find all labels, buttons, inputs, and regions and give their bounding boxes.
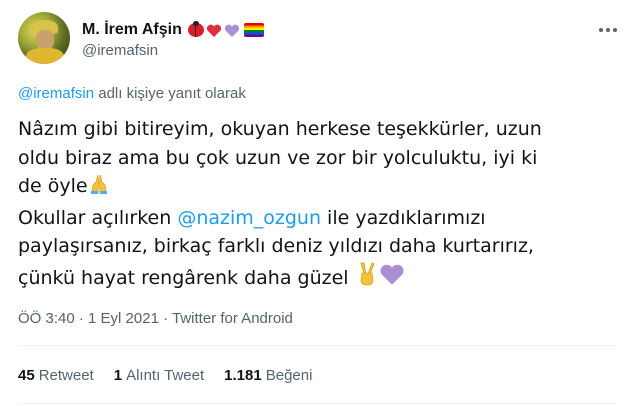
meta-separator: · [158,310,172,327]
tweet-stats: 45 Retweet 1 Alıntı Tweet 1.181 Beğeni [18,367,312,384]
avatar[interactable] [18,12,70,64]
name-emojis [187,21,264,37]
tweet-text: Nâzım gibi bitireyim, okuyan herkese teş… [18,115,618,295]
reply-context: @iremafsin adlı kişiye yanıt olarak [18,85,246,102]
retweets-label: Retweet [38,367,94,384]
quotes-label: Alıntı Tweet [126,367,205,384]
purple-heart-icon [224,23,240,37]
tweet-line-text: Okullar açılırken [18,206,178,229]
tweet-line-text: çünkü hayat rengârenk daha güzel [18,266,355,289]
more-dot [606,28,610,32]
tweet-time[interactable]: ÖÖ 3:40 [18,310,75,327]
divider [18,403,617,404]
retweets-stat[interactable]: 45 Retweet [18,367,94,384]
purple-heart-icon [379,263,405,296]
tweet-line: paylaşırsanız, birkaç farklı deniz yıldı… [18,235,534,257]
likes-label: Beğeni [265,367,313,384]
mention-link[interactable]: @nazim_ozgun [177,207,321,229]
tweet-date[interactable]: 1 Eyl 2021 [88,310,159,327]
tweet-line: oldu biraz ama bu çok uzun ve zor bir yo… [18,146,538,169]
meta-separator: · [74,310,89,327]
tweet-line: Nâzım gibi bitireyim, okuyan herkese teş… [18,118,542,140]
reply-suffix: adlı kişiye yanıt olarak [94,85,246,102]
tweet-line: de öyle [18,172,618,204]
tweet-line: çünkü hayat rengârenk daha güzel [18,261,618,296]
quotes-count: 1 [113,367,123,384]
tweet-card: M. İrem Afşin @iremafsin @iremafsin adlı… [0,0,635,406]
tweet-line-text: de öyle [18,175,88,197]
more-dot [613,28,617,32]
divider [18,345,617,346]
quotes-stat[interactable]: 1 Alıntı Tweet [114,367,204,384]
folded-hands-icon [88,173,110,204]
author-handle[interactable]: @iremafsin [82,42,158,59]
victory-hand-icon [355,261,379,296]
tweet-line-text: ile yazdıklarımızı [321,206,486,229]
tweet-source[interactable]: Twitter for Android [172,310,293,327]
reply-mention-link[interactable]: @iremafsin [18,85,94,102]
more-dot [599,28,603,32]
retweets-count: 45 [18,367,35,384]
likes-stat[interactable]: 1.181 Beğeni [224,367,312,384]
likes-count: 1.181 [224,367,262,384]
ladybug-icon [187,21,204,37]
more-options-icon[interactable] [599,28,617,32]
red-heart-icon [206,23,222,37]
avatar-shirt [26,48,64,64]
rainbow-flag-icon [243,23,264,37]
author-name-row: M. İrem Afşin [82,19,264,41]
author-display-name[interactable]: M. İrem Afşin [82,21,182,39]
avatar-face [36,30,54,50]
tweet-meta: ÖÖ 3:40 · 1 Eyl 2021 · Twitter for Andro… [18,310,293,327]
tweet-line: Okullar açılırken @nazim_ozgun ile yazdı… [18,204,618,233]
